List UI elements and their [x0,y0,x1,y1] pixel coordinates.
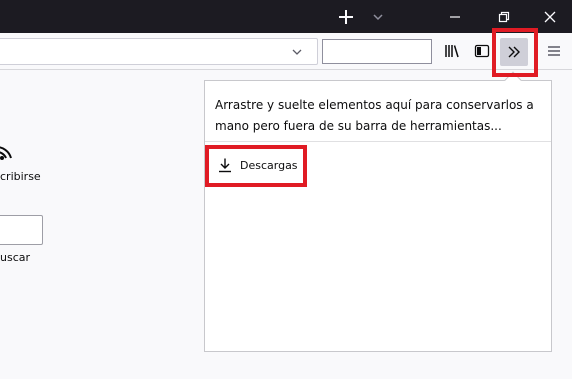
search-field[interactable] [0,215,43,245]
panel-message: Arrastre y suelte elementos aquí para co… [215,98,534,133]
rss-icon[interactable] [0,144,14,160]
minimize-button[interactable] [442,0,468,33]
chevron-down-icon [373,13,383,20]
hamburger-menu-icon [548,46,560,56]
plus-icon [339,9,353,24]
highlight-downloads-button [205,145,307,187]
overflow-panel: Arrastre y suelte elementos aquí para co… [204,80,552,352]
library-icon [445,45,459,58]
chevron-down-icon [292,49,302,55]
app-menu-button[interactable] [540,37,568,65]
url-dropdown-button[interactable] [287,43,307,61]
search-label: uscar [0,251,31,264]
minimize-icon [450,15,460,18]
nav-toolbar [0,33,572,70]
close-window-button[interactable] [536,0,564,33]
restore-icon [498,11,510,22]
title-bar [0,0,572,33]
subscribe-label: cribirse [0,170,41,183]
search-input[interactable] [322,39,432,64]
close-icon [544,11,556,22]
highlight-overflow-button [492,28,538,77]
new-tab-button[interactable] [332,0,360,33]
sidebar-icon [474,44,490,58]
library-button[interactable] [438,37,466,65]
list-all-tabs-button[interactable] [366,0,390,33]
url-bar[interactable] [0,38,318,65]
panel-separator [205,141,551,142]
